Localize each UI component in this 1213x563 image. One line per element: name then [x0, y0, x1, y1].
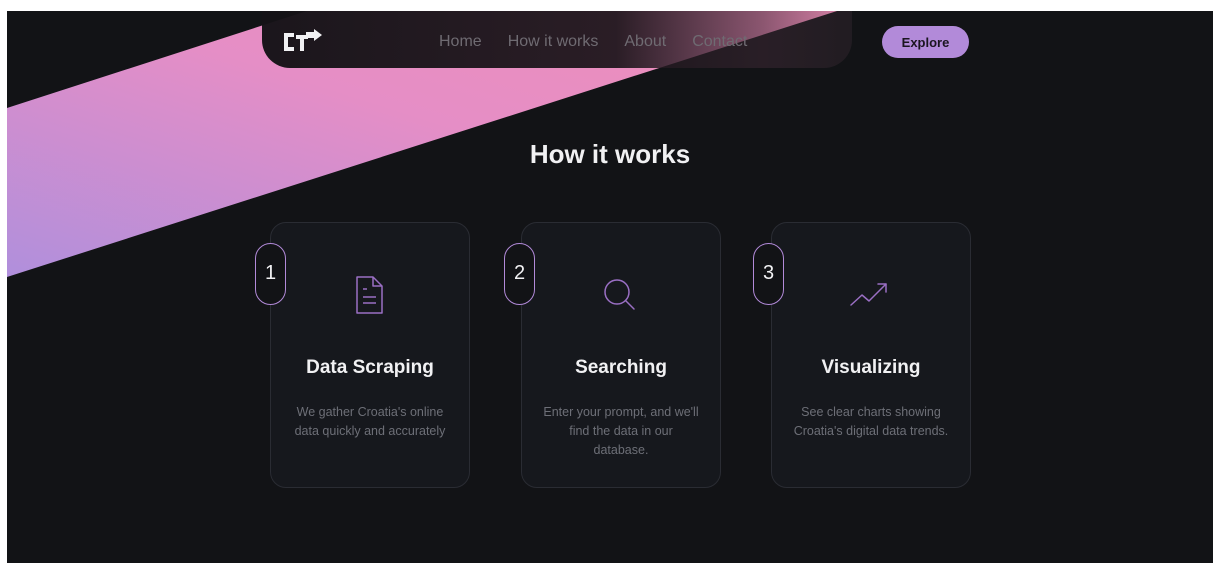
step-number-badge: 3: [753, 243, 784, 305]
document-icon: [356, 276, 383, 314]
step-title: Visualizing: [821, 357, 921, 378]
step-number-badge: 1: [255, 243, 286, 305]
step-card-visualizing: Visualizing See clear charts showing Cro…: [771, 222, 971, 488]
step-card-data-scraping: Data Scraping We gather Croatia's online…: [270, 222, 470, 488]
nav-link-contact[interactable]: Contact: [692, 33, 747, 51]
top-navigation-bar: Home How it works About Contact: [262, 11, 852, 68]
trending-up-icon: [850, 283, 887, 306]
nav-links: Home How it works About Contact: [439, 33, 747, 51]
nav-link-home[interactable]: Home: [439, 33, 482, 51]
nav-link-about[interactable]: About: [624, 33, 666, 51]
step-card-searching: Searching Enter your prompt, and we'll f…: [521, 222, 721, 488]
step-number-badge: 2: [504, 243, 535, 305]
search-icon: [604, 279, 635, 310]
step-title: Searching: [575, 357, 667, 378]
ct-arrow-logo-icon[interactable]: [282, 29, 324, 53]
nav-link-how-it-works[interactable]: How it works: [508, 33, 599, 51]
step-description: We gather Croatia's online data quickly …: [294, 405, 446, 438]
section-title: How it works: [529, 139, 691, 169]
step-description: Enter your prompt, and we'll find the da…: [543, 405, 699, 457]
page-frame: Home How it works About Contact Explore …: [7, 11, 1213, 563]
step-description: See clear charts showing Croatia's digit…: [793, 405, 949, 438]
explore-button[interactable]: Explore: [882, 26, 969, 58]
step-title: Data Scraping: [306, 357, 434, 378]
